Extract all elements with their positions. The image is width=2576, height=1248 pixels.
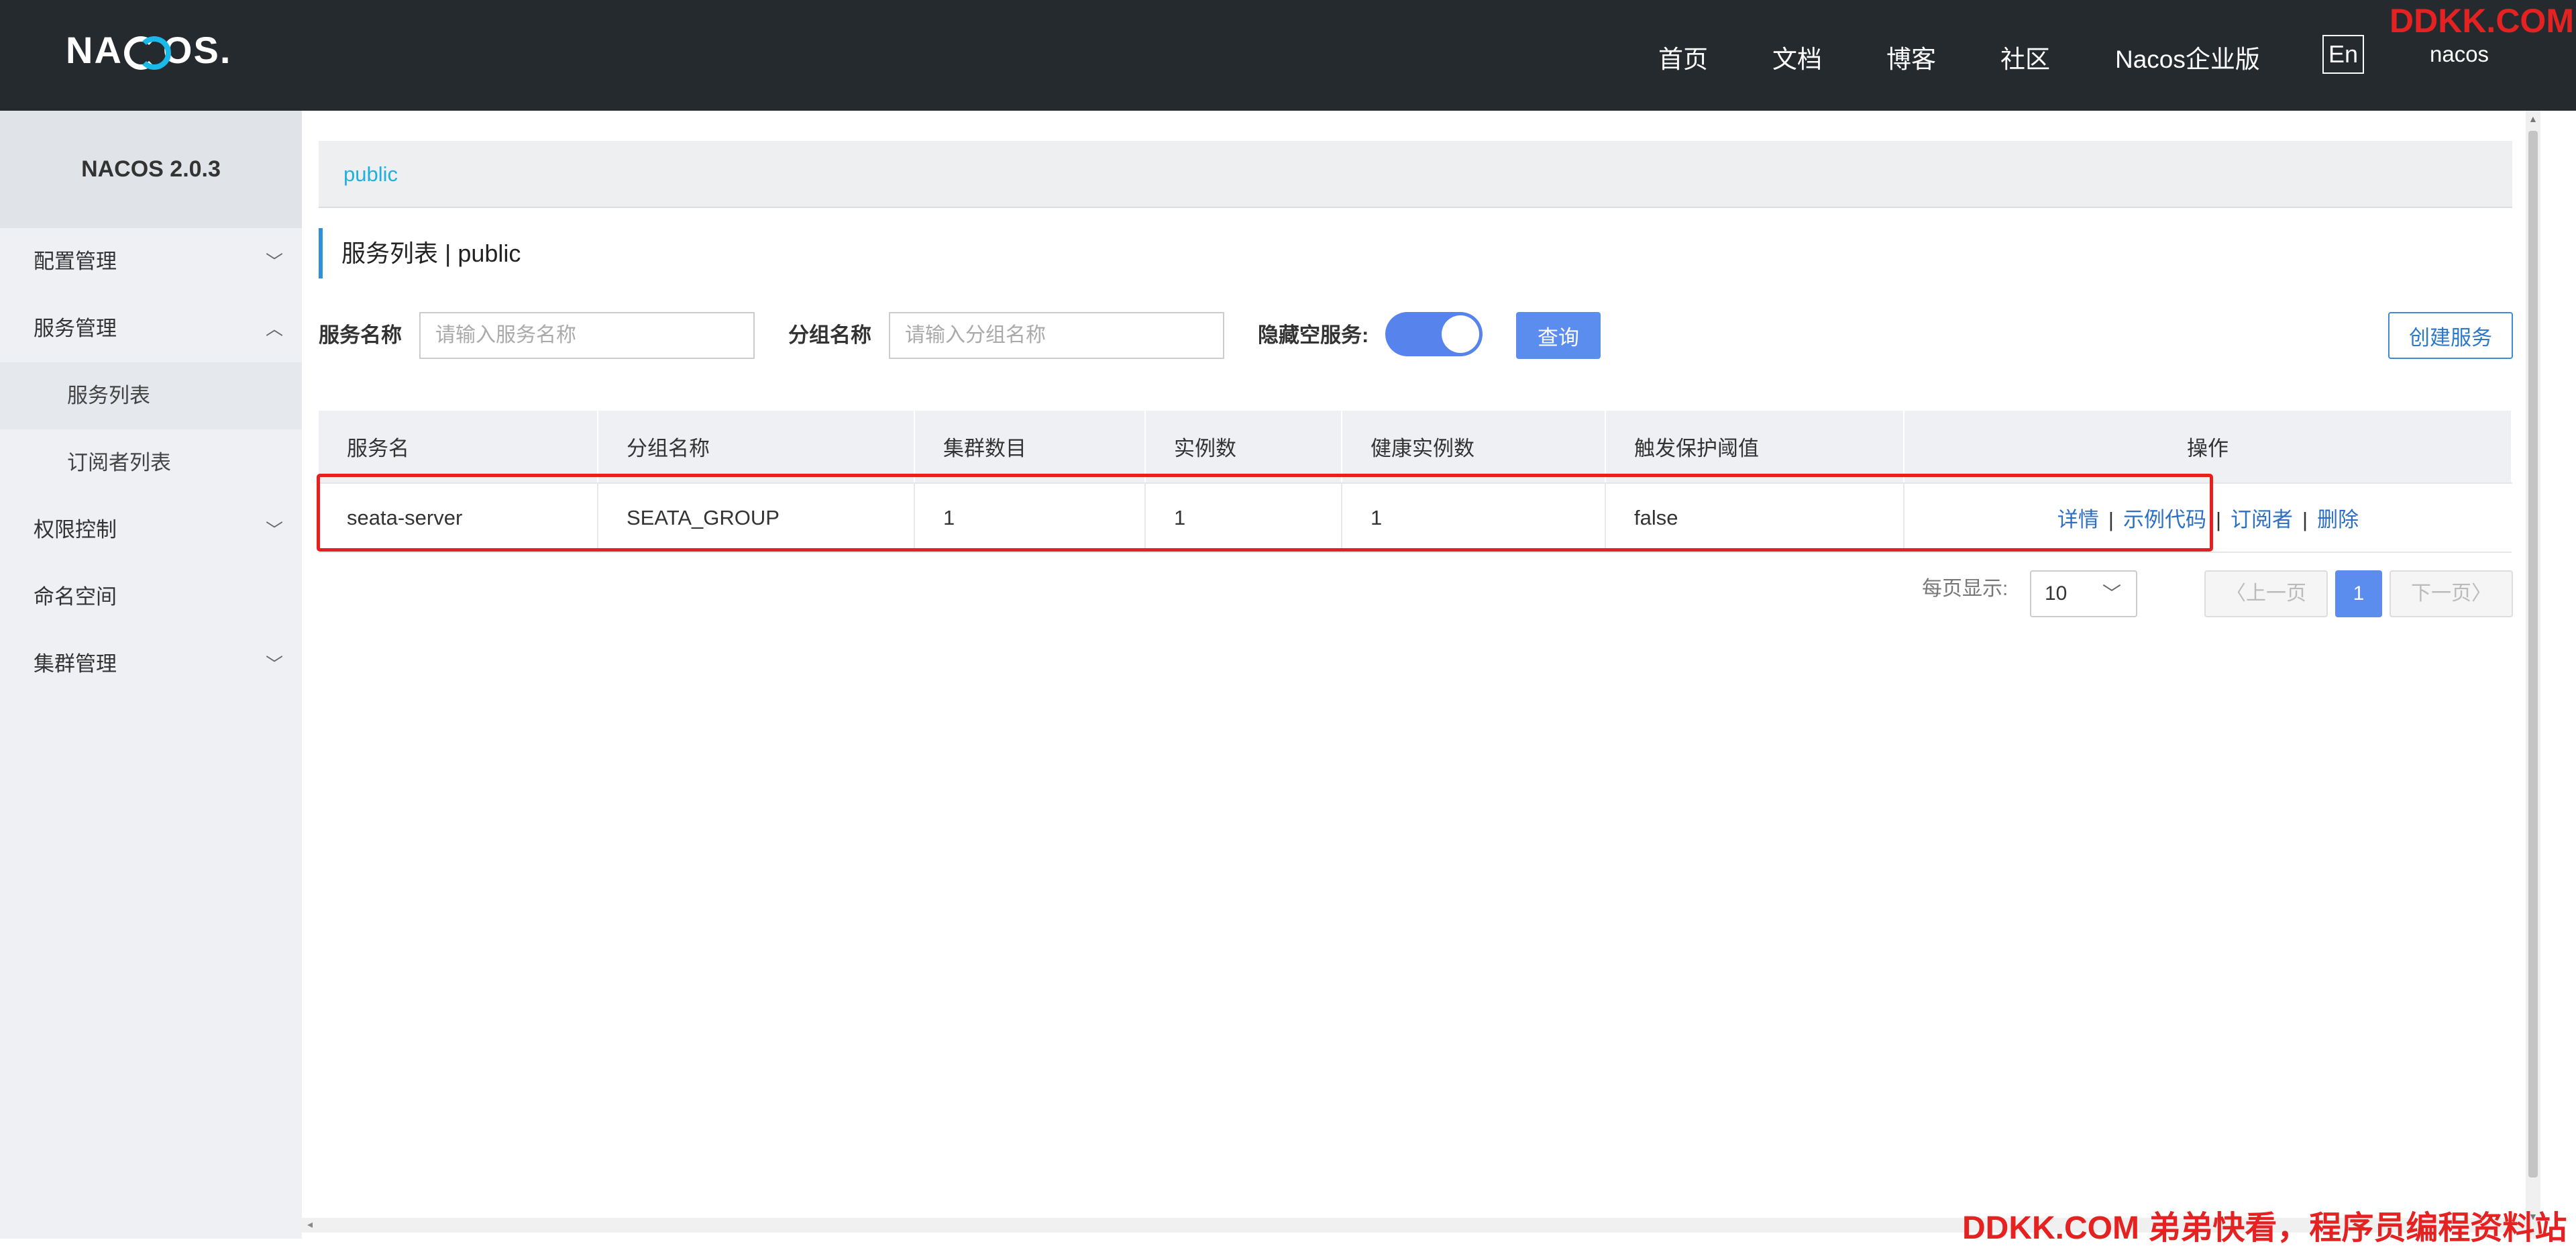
next-page-button[interactable]: 下一页〉	[2390, 570, 2513, 617]
col-service-name: 服务名	[319, 411, 598, 484]
col-cluster-count: 集群数目	[914, 411, 1146, 484]
scroll-up-icon[interactable]: ▲	[2528, 113, 2538, 124]
sidebar-item-service-list[interactable]: 服务列表	[0, 362, 302, 429]
sidebar-item-namespace[interactable]: 命名空间	[0, 564, 302, 631]
namespace-bar: public	[319, 141, 2512, 208]
create-service-button[interactable]: 创建服务	[2388, 312, 2513, 359]
cell-group-name: SEATA_GROUP	[598, 483, 915, 553]
sidebar: NACOS 2.0.3 配置管理 ﹀ 服务管理 ︿ 服务列表 订阅者列表 权限控…	[0, 111, 302, 1239]
sidebar-title: NACOS 2.0.3	[0, 111, 302, 228]
query-button[interactable]: 查询	[1516, 312, 1601, 359]
sidebar-item-label: 命名空间	[34, 585, 117, 609]
nacos-logo[interactable]: NA OS.	[66, 28, 232, 71]
logo-text-right: OS	[162, 28, 220, 71]
cell-cluster-count: 1	[914, 483, 1146, 553]
group-name-label: 分组名称	[788, 323, 871, 347]
cell-healthy-count: 1	[1342, 483, 1606, 553]
prev-page-label: 上一页	[2246, 582, 2306, 605]
nav-enterprise[interactable]: Nacos企业版	[2115, 39, 2260, 75]
sidebar-item-label: 配置管理	[34, 250, 117, 273]
watermark-top: DDKK.COM	[2390, 2, 2574, 40]
hide-empty-toggle[interactable]	[1385, 312, 1483, 356]
toggle-knob	[1442, 315, 1479, 353]
col-operations: 操作	[1904, 411, 2512, 484]
separator: |	[2302, 508, 2308, 531]
top-header: NA OS. 首页 文档 博客 社区 Nacos企业版 En nacos DDKK…	[0, 0, 2576, 111]
scrollbar-thumb[interactable]	[2528, 131, 2538, 1178]
chevron-down-icon: ﹀	[265, 520, 283, 540]
nav-community[interactable]: 社区	[2000, 39, 2050, 75]
separator: |	[2215, 508, 2222, 531]
col-group-name: 分组名称	[598, 411, 915, 484]
sidebar-item-service-management[interactable]: 服务管理 ︿	[0, 295, 302, 362]
page-number-current[interactable]: 1	[2335, 570, 2382, 617]
sidebar-item-cluster-management[interactable]: 集群管理 ﹀	[0, 631, 302, 698]
hide-empty-label: 隐藏空服务:	[1258, 323, 1369, 347]
col-instance-count: 实例数	[1145, 411, 1342, 484]
scroll-left-icon[interactable]: ◂	[307, 1218, 313, 1231]
chevron-right-icon: 〉	[2471, 582, 2491, 605]
logo-text-left: NA	[66, 28, 123, 71]
right-margin	[2540, 111, 2576, 1239]
page-size-value: 10	[2045, 582, 2068, 605]
cell-service-name: seata-server	[319, 483, 598, 553]
col-healthy-count: 健康实例数	[1342, 411, 1606, 484]
sidebar-item-label: 集群管理	[34, 652, 117, 676]
next-page-label: 下一页	[2411, 582, 2471, 605]
chevron-left-icon: 〈	[2226, 582, 2246, 605]
separator: |	[2108, 508, 2114, 531]
sidebar-item-label: 服务管理	[34, 317, 117, 340]
nav-blog[interactable]: 博客	[1886, 39, 1936, 75]
sidebar-item-label: 服务列表	[67, 384, 150, 407]
watermark-bottom: DDKK.COM 弟弟快看，程序员编程资料站	[1962, 1210, 2567, 1246]
service-name-input[interactable]	[419, 312, 755, 359]
sidebar-item-config-management[interactable]: 配置管理 ﹀	[0, 228, 302, 295]
sidebar-item-subscriber-list[interactable]: 订阅者列表	[0, 429, 302, 497]
group-name-input[interactable]	[889, 312, 1224, 359]
nav-home[interactable]: 首页	[1658, 39, 1708, 75]
sidebar-item-label: 订阅者列表	[67, 451, 171, 474]
sidebar-item-label: 权限控制	[34, 518, 117, 541]
prev-page-button[interactable]: 〈上一页	[2204, 570, 2328, 617]
logo-dot: .	[219, 28, 232, 71]
namespace-link-public[interactable]: public	[343, 141, 398, 208]
chevron-down-icon: ﹀	[2102, 583, 2121, 604]
page-size-select[interactable]: 10 ﹀	[2030, 570, 2137, 617]
chevron-up-icon: ︿	[265, 319, 283, 339]
page-size-label: 每页显示:	[1922, 578, 2008, 600]
sidebar-item-access-control[interactable]: 权限控制 ﹀	[0, 497, 302, 564]
table-row: seata-server SEATA_GROUP 1 1 1 false 详情 |…	[319, 483, 2512, 553]
language-toggle-button[interactable]: En	[2322, 35, 2364, 74]
chevron-down-icon: ﹀	[265, 654, 283, 674]
nav-docs[interactable]: 文档	[1772, 39, 1822, 75]
service-name-label: 服务名称	[319, 323, 402, 347]
delete-link[interactable]: 删除	[2317, 508, 2359, 531]
user-name[interactable]: nacos	[2430, 42, 2489, 67]
chevron-down-icon: ﹀	[265, 252, 283, 272]
sample-code-link[interactable]: 示例代码	[2123, 508, 2206, 531]
page-title: 服务列表 | public	[319, 228, 521, 278]
main-content: public 服务列表 | public 服务名称 分组名称 隐藏空服务: 查询…	[302, 111, 2526, 1239]
vertical-scrollbar[interactable]: ▲ ▼	[2526, 111, 2540, 1239]
detail-link[interactable]: 详情	[2057, 508, 2099, 531]
cell-instance-count: 1	[1145, 483, 1342, 553]
service-table: 服务名 分组名称 集群数目 实例数 健康实例数 触发保护阈值 操作 seata-…	[319, 411, 2512, 553]
cell-protect-threshold: false	[1605, 483, 1904, 553]
col-protect-threshold: 触发保护阈值	[1605, 411, 1904, 484]
logo-c-icon	[123, 35, 171, 70]
table-header-row: 服务名 分组名称 集群数目 实例数 健康实例数 触发保护阈值 操作	[319, 411, 2512, 484]
cell-operations: 详情 | 示例代码 | 订阅者 | 删除	[1904, 483, 2512, 553]
subscribers-link[interactable]: 订阅者	[2231, 508, 2293, 531]
